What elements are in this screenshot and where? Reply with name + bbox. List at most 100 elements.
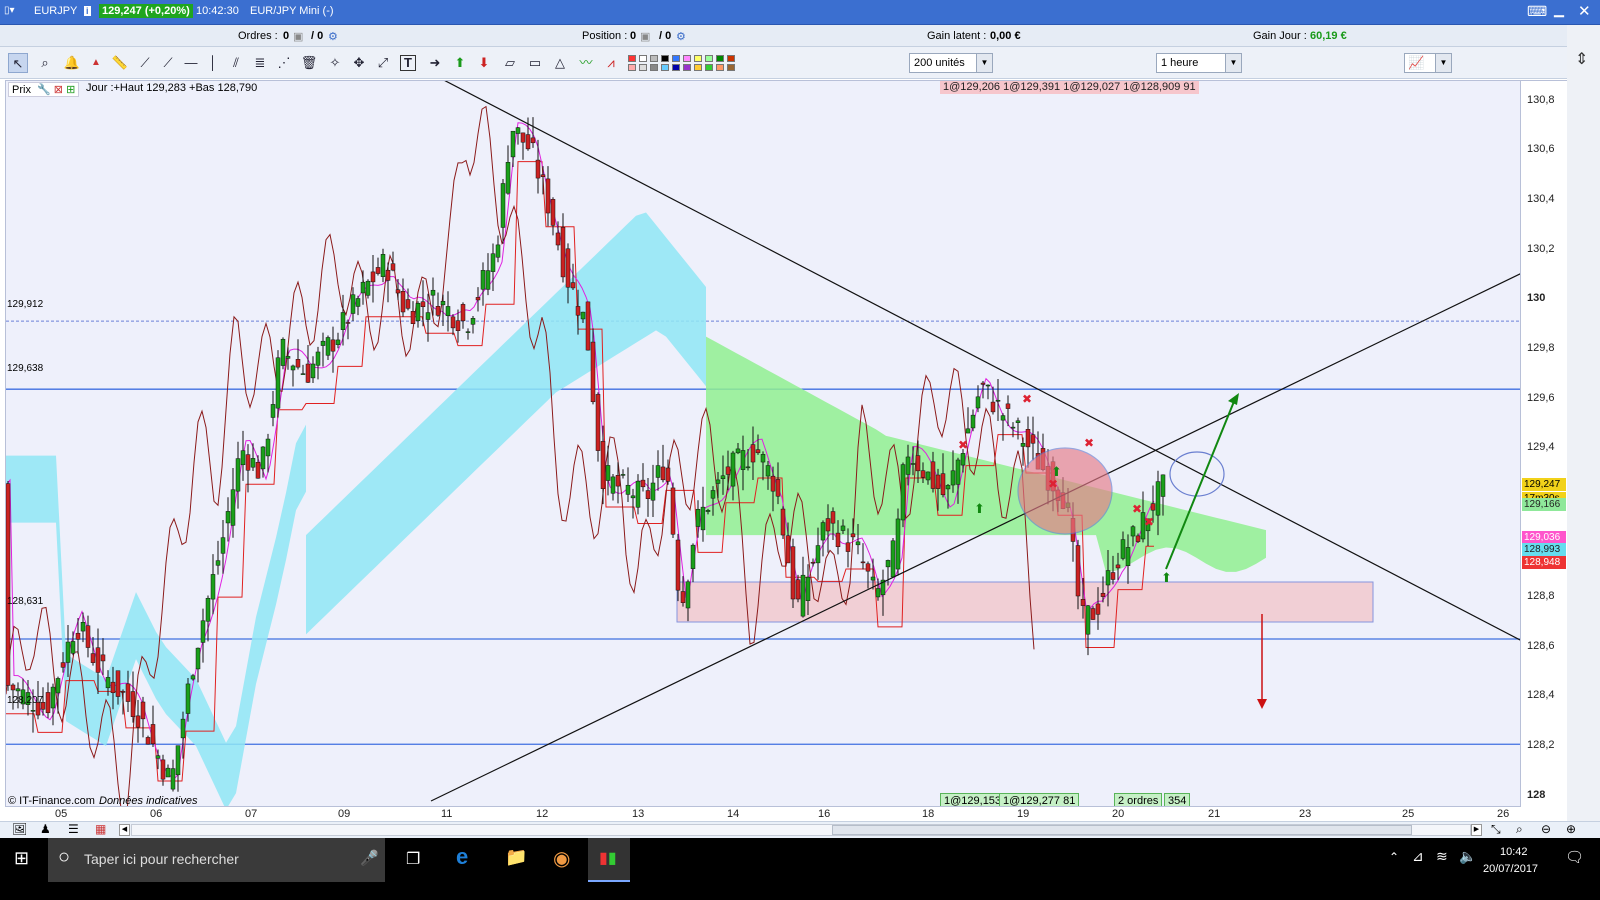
color-swatch[interactable]	[683, 55, 691, 62]
color-swatch[interactable]	[639, 64, 647, 71]
arrow-down-red-icon[interactable]: ⬇	[474, 53, 494, 73]
file-explorer-icon[interactable]: 📁	[505, 847, 527, 868]
search-box[interactable]: ○ Taper ici pour rechercher 🎤	[48, 838, 385, 882]
quantity-select[interactable]: 200 unités ▼	[909, 53, 993, 73]
candle-body	[130, 691, 136, 717]
price-chart[interactable]: ⬆ ⬆ ⬆ ✖ ✖ ✖ ✖ ✖ ✖ Prix 🔧 ⊠ ⊞ Jour :+Haut 129,283…	[5, 80, 1521, 807]
magic-tool-icon[interactable]: ✧	[325, 53, 345, 73]
pointer-tool-icon[interactable]: ↖	[8, 53, 28, 73]
arrow-up-green-icon[interactable]: ⬆	[450, 53, 470, 73]
cross-arrows-icon[interactable]: ✥	[349, 53, 369, 73]
notifications-icon[interactable]: 🗨	[1565, 848, 1584, 866]
orders-settings-icon[interactable]: ⚙	[328, 30, 338, 43]
horizontal-line-icon[interactable]: —	[181, 53, 201, 73]
ruler-tool-icon[interactable]: 📏	[110, 53, 130, 73]
color-swatch[interactable]	[639, 55, 647, 62]
minimize-button[interactable]: ▁	[1554, 2, 1564, 18]
clock-date[interactable]: 20/07/2017	[1483, 863, 1538, 875]
chrome-icon[interactable]: ◉	[553, 846, 570, 871]
order-chip-3[interactable]: 2 ordres	[1114, 793, 1163, 806]
period-select[interactable]: 1 heure ▼	[1156, 53, 1242, 73]
volume-icon[interactable]: 🔈	[1459, 848, 1476, 865]
trading-app-icon[interactable]: ▮▮	[588, 838, 630, 882]
order-chip-3b[interactable]: 354	[1164, 793, 1191, 806]
candle-body	[225, 511, 231, 524]
position-icon[interactable]: ▣	[640, 30, 650, 43]
pattern-tool-icon[interactable]: ⩘	[601, 53, 621, 73]
order-chip-2[interactable]: 1@129,277 81	[999, 793, 1080, 806]
arrow-right-icon[interactable]: ➜	[425, 53, 445, 73]
scrollbar-thumb[interactable]	[832, 825, 1412, 835]
clock-time[interactable]: 10:42	[1500, 846, 1528, 858]
close-button[interactable]: ✕	[1578, 2, 1591, 20]
color-swatch[interactable]	[705, 55, 713, 62]
windows-start-icon[interactable]: ⊞	[14, 848, 29, 869]
edge-browser-icon[interactable]: e	[456, 844, 468, 870]
candle-body	[190, 675, 196, 680]
wrench-icon[interactable]: 🔧	[37, 84, 51, 96]
color-swatch[interactable]	[716, 55, 724, 62]
color-swatch[interactable]	[705, 64, 713, 71]
color-swatch[interactable]	[661, 64, 669, 71]
color-swatch[interactable]	[716, 64, 724, 71]
triangle-tool-icon[interactable]: △	[550, 53, 570, 73]
scroll-left-button[interactable]: ◀	[119, 824, 130, 836]
scroll-right-button[interactable]: ▶	[1471, 824, 1482, 836]
color-swatch[interactable]	[628, 55, 636, 62]
color-swatch[interactable]	[694, 64, 702, 71]
box-tool-icon[interactable]: ▭	[525, 53, 545, 73]
color-palette[interactable]	[628, 53, 786, 75]
text-tool-icon[interactable]: T	[400, 55, 416, 71]
info-icon[interactable]: i	[84, 6, 91, 16]
color-swatch[interactable]	[672, 55, 680, 62]
gann-tool-icon[interactable]: ⋰	[274, 53, 294, 73]
fibonacci-tool-icon[interactable]: ≣	[250, 53, 270, 73]
wave-tool-icon[interactable]: 〰	[576, 53, 596, 73]
position-settings-icon[interactable]: ⚙	[676, 30, 686, 43]
screenshot-icon[interactable]: 🖼	[12, 822, 27, 836]
order-chip-1[interactable]: 1@129,153	[940, 793, 1006, 806]
alert-up-icon[interactable]: ▲	[86, 53, 106, 73]
keyboard-icon[interactable]: ⌨	[1527, 3, 1547, 20]
trash-icon[interactable]: 🗑	[299, 53, 319, 73]
time-axis[interactable]: 05 06 07 09 11 12 13 14 16 18 19 20 21 23 25 26	[5, 807, 1521, 821]
network-icon[interactable]: ⊿	[1412, 848, 1424, 865]
color-swatch[interactable]	[727, 64, 735, 71]
zoom-in-icon[interactable]: ⊕	[1566, 822, 1576, 836]
show-hidden-icons[interactable]: ⌃	[1389, 850, 1399, 864]
pending-orders-top[interactable]: 1@129,206 1@129,391 1@129,027 1@128,909 …	[940, 81, 1199, 94]
color-swatch[interactable]	[661, 55, 669, 62]
color-swatch[interactable]	[683, 64, 691, 71]
color-swatch[interactable]	[694, 55, 702, 62]
trend-double-icon[interactable]: ⤢	[373, 53, 393, 73]
color-swatch[interactable]	[727, 55, 735, 62]
grid-icon[interactable]: ▦	[95, 822, 106, 836]
zoom-fit-icon[interactable]: ⌕	[1516, 822, 1523, 837]
add-indicator-icon[interactable]: ⊞	[66, 84, 75, 96]
person-icon[interactable]: ♟	[40, 822, 51, 836]
alert-bell-icon[interactable]: 🔔	[62, 53, 82, 73]
fit-chart-icon[interactable]: ⤡	[1491, 822, 1501, 837]
color-swatch[interactable]	[650, 55, 658, 62]
list-icon[interactable]: ☰	[68, 822, 79, 836]
window-menu-icon[interactable]: ▯▾	[4, 5, 15, 16]
line-tool-icon[interactable]: ⟋	[135, 53, 155, 73]
rectangle-tool-icon[interactable]: ▱	[500, 53, 520, 73]
zoom-out-icon[interactable]: ⊖	[1541, 822, 1551, 836]
indicator-menu-button[interactable]: 📈 ▼	[1404, 53, 1452, 73]
horizontal-scrollbar[interactable]	[131, 824, 1471, 836]
collapse-panel-icon[interactable]: ⇕	[1575, 49, 1588, 69]
channel-tool-icon[interactable]: ⫽	[226, 53, 246, 73]
color-swatch[interactable]	[672, 64, 680, 71]
price-axis[interactable]: 130,8 130,6 130,4 130,2 130 129,8 129,6 129,4 12…	[1521, 80, 1567, 807]
color-swatch[interactable]	[650, 64, 658, 71]
zoom-tool-icon[interactable]: ⌕	[35, 53, 55, 73]
close-indicator-icon[interactable]: ⊠	[54, 84, 63, 96]
wifi-icon[interactable]: ≋	[1436, 848, 1448, 865]
task-view-icon[interactable]: ❐	[406, 849, 420, 869]
ray-tool-icon[interactable]: ⟋	[158, 53, 178, 73]
vertical-line-icon[interactable]: │	[203, 53, 223, 73]
orders-icon[interactable]: ▣	[293, 30, 303, 43]
microphone-icon[interactable]: 🎤	[360, 849, 379, 867]
color-swatch[interactable]	[628, 64, 636, 71]
